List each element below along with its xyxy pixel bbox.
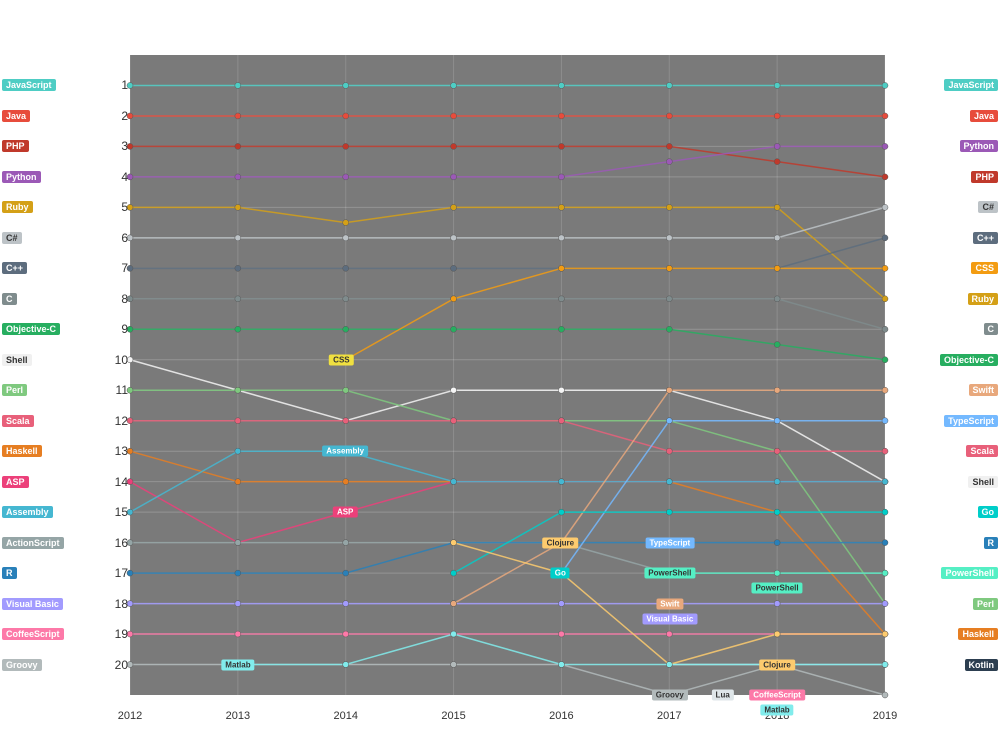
right-label-c++: C++: [973, 232, 998, 244]
inline-label-matlab: Matlab: [760, 705, 793, 716]
x-label-2013: 2013: [226, 710, 250, 722]
chart-container: 1234567891011121314151617181920201220132…: [0, 0, 1000, 750]
right-label-ruby: Ruby: [968, 293, 999, 305]
right-label-powershell: PowerShell: [941, 567, 998, 579]
y-label-9: 9: [108, 322, 128, 336]
y-label-8: 8: [108, 292, 128, 306]
inline-label-lua: Lua: [712, 690, 734, 701]
y-label-10: 10: [108, 353, 128, 367]
y-label-7: 7: [108, 261, 128, 275]
left-label-actionscript: ActionScript: [2, 537, 64, 549]
left-label-c#: C#: [2, 232, 22, 244]
inline-label-typescript: TypeScript: [645, 537, 694, 548]
right-label-javascript: JavaScript: [944, 79, 998, 91]
left-label-visual-basic: Visual Basic: [2, 598, 63, 610]
right-label-c: C: [984, 323, 999, 335]
left-label-perl: Perl: [2, 384, 27, 396]
left-label-php: PHP: [2, 140, 29, 152]
right-label-python: Python: [960, 140, 999, 152]
right-label-r: R: [984, 537, 999, 549]
left-label-python: Python: [2, 171, 41, 183]
left-label-c: C: [2, 293, 17, 305]
y-label-18: 18: [108, 597, 128, 611]
inline-label-matlab: Matlab: [221, 659, 254, 670]
x-label-2016: 2016: [549, 710, 573, 722]
right-label-css: CSS: [971, 262, 998, 274]
inline-label-assembly: Assembly: [322, 446, 368, 457]
right-label-kotlin: Kotlin: [965, 659, 999, 671]
x-label-2017: 2017: [657, 710, 681, 722]
y-label-4: 4: [108, 170, 128, 184]
right-label-haskell: Haskell: [958, 628, 998, 640]
right-label-java: Java: [970, 110, 998, 122]
y-label-19: 19: [108, 627, 128, 641]
x-label-2019: 2019: [873, 710, 897, 722]
y-label-20: 20: [108, 658, 128, 672]
left-label-java: Java: [2, 110, 30, 122]
left-label-c++: C++: [2, 262, 27, 274]
y-label-16: 16: [108, 536, 128, 550]
inline-label-visual-basic: Visual Basic: [642, 613, 697, 624]
inline-label-powershell: PowerShell: [644, 568, 695, 579]
inline-label-powershell: PowerShell: [751, 583, 802, 594]
y-label-14: 14: [108, 475, 128, 489]
y-label-3: 3: [108, 139, 128, 153]
left-label-javascript: JavaScript: [2, 79, 56, 91]
inline-label-swift: Swift: [656, 598, 683, 609]
y-label-13: 13: [108, 444, 128, 458]
inline-label-coffeescript: CoffeeScript: [749, 690, 805, 701]
y-label-15: 15: [108, 505, 128, 519]
y-label-1: 1: [108, 78, 128, 92]
right-label-perl: Perl: [973, 598, 998, 610]
x-label-2012: 2012: [118, 710, 142, 722]
inline-label-groovy: Groovy: [652, 690, 688, 701]
chart-area: [130, 55, 885, 695]
right-label-php: PHP: [971, 171, 998, 183]
y-label-5: 5: [108, 200, 128, 214]
y-label-6: 6: [108, 231, 128, 245]
y-label-17: 17: [108, 566, 128, 580]
right-label-swift: Swift: [969, 384, 999, 396]
chart-lines: [130, 55, 885, 695]
left-label-objective-c: Objective-C: [2, 323, 60, 335]
inline-label-go: Go: [551, 568, 570, 579]
chart-title: [0, 0, 1000, 12]
inline-label-clojure: Clojure: [543, 537, 579, 548]
right-label-c#: C#: [978, 201, 998, 213]
inline-label-clojure: Clojure: [759, 659, 795, 670]
left-label-groovy: Groovy: [2, 659, 42, 671]
right-label-shell: Shell: [968, 476, 998, 488]
inline-label-css: CSS: [329, 354, 353, 365]
left-label-scala: Scala: [2, 415, 34, 427]
left-label-assembly: Assembly: [2, 506, 53, 518]
y-label-2: 2: [108, 109, 128, 123]
left-label-coffeescript: CoffeeScript: [2, 628, 64, 640]
y-label-12: 12: [108, 414, 128, 428]
left-label-ruby: Ruby: [2, 201, 33, 213]
left-label-haskell: Haskell: [2, 445, 42, 457]
right-label-go: Go: [978, 506, 999, 518]
left-label-shell: Shell: [2, 354, 32, 366]
y-label-11: 11: [108, 383, 128, 397]
x-label-2015: 2015: [441, 710, 465, 722]
left-label-asp: ASP: [2, 476, 29, 488]
right-label-scala: Scala: [966, 445, 998, 457]
left-label-r: R: [2, 567, 17, 579]
inline-label-asp: ASP: [333, 507, 357, 518]
right-label-typescript: TypeScript: [944, 415, 998, 427]
right-label-objective-c: Objective-C: [940, 354, 998, 366]
x-label-2014: 2014: [333, 710, 357, 722]
